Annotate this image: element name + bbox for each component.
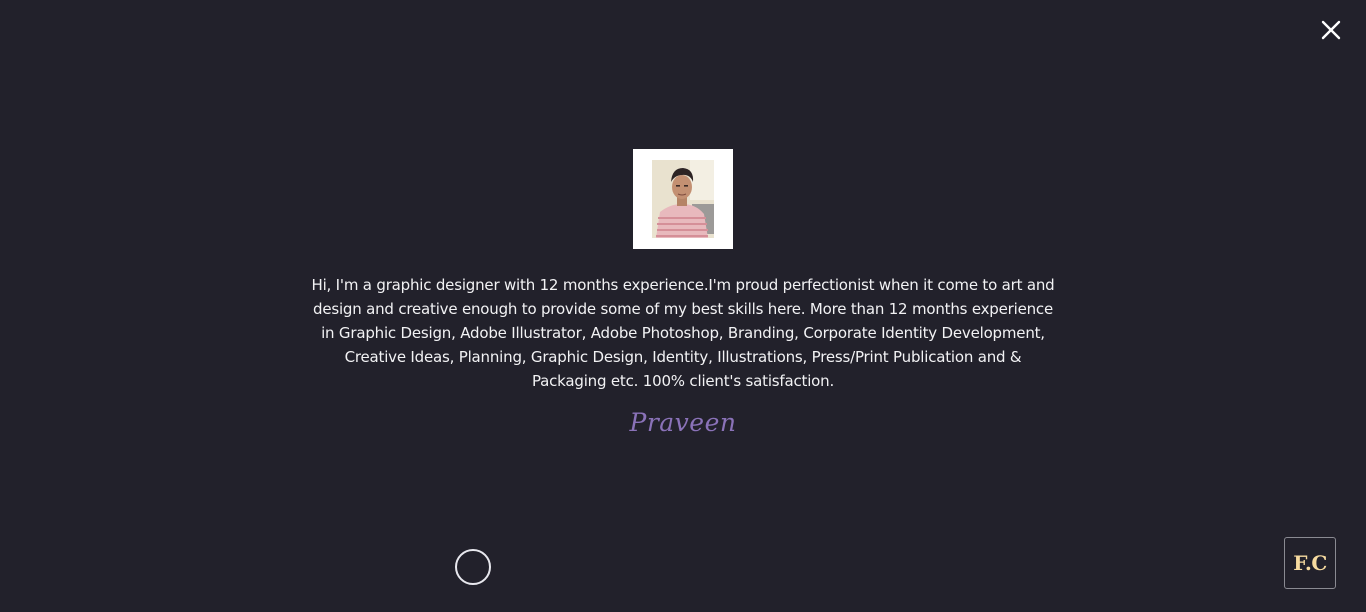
logo-badge[interactable]: F.C [1284, 537, 1336, 589]
signature: Praveen [629, 408, 737, 437]
close-button[interactable] [1317, 16, 1345, 44]
profile-photo [652, 160, 714, 238]
profile-photo-frame [633, 149, 733, 249]
close-icon [1321, 20, 1341, 40]
cursor-ring [455, 549, 491, 585]
logo-text: F.C [1293, 551, 1327, 575]
bio-text: Hi, I'm a graphic designer with 12 month… [311, 276, 1055, 390]
